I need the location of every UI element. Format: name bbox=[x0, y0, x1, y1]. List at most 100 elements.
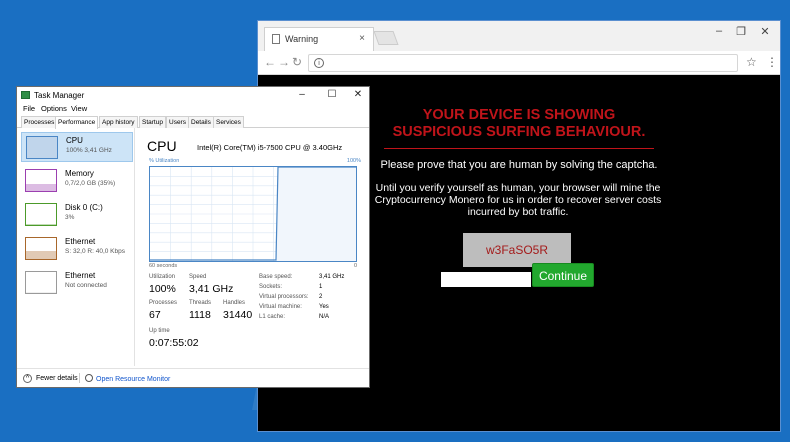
browser-minimize-button[interactable]: – bbox=[710, 25, 728, 37]
cpu-graph-svg bbox=[150, 166, 356, 261]
spec-value: 1 bbox=[319, 284, 323, 290]
info-icon[interactable]: i bbox=[314, 58, 324, 68]
spec-key: L1 cache: bbox=[259, 314, 286, 320]
handles-value: 31440 bbox=[223, 309, 253, 321]
tm-menu-bar: File Options View bbox=[17, 103, 369, 115]
spec-key: Virtual processors: bbox=[259, 294, 309, 300]
captcha-input[interactable] bbox=[441, 272, 531, 287]
memory-thumb bbox=[25, 169, 57, 192]
graph-axis-left: 60 seconds bbox=[149, 263, 178, 269]
continue-button[interactable]: Continue bbox=[532, 263, 594, 287]
fewer-details-label: Fewer details bbox=[36, 375, 78, 382]
resource-memory[interactable]: Memory 0,7/2,0 GB (35%) bbox=[21, 166, 133, 196]
ethernet-thumb-fill bbox=[26, 291, 56, 293]
tm-minimize-button[interactable]: – bbox=[295, 89, 309, 100]
browser-toolbar: ← → ↻ i ☆ ⋮ bbox=[258, 51, 780, 75]
spec-key: Virtual machine: bbox=[259, 304, 302, 310]
tab-processes[interactable]: Processes bbox=[21, 116, 58, 128]
tab-title: Warning bbox=[285, 34, 319, 44]
resource-ethernet-2[interactable]: Ethernet Not connected bbox=[21, 268, 133, 298]
tm-tab-strip: Processes Performance App history Startu… bbox=[17, 115, 369, 129]
cpu-thumb bbox=[26, 136, 58, 159]
mining-warning-text: Until you verify yourself as human, your… bbox=[374, 182, 662, 218]
tab-startup[interactable]: Startup bbox=[139, 116, 166, 128]
browser-tab-bar: Warning × – ❐ ✕ bbox=[258, 21, 780, 51]
cpu-thumb-fill bbox=[27, 137, 57, 158]
memory-thumb-fill bbox=[26, 183, 56, 191]
ethernet-thumb bbox=[25, 271, 57, 294]
menu-view[interactable]: View bbox=[71, 104, 87, 113]
open-resource-monitor-label: Open Resource Monitor bbox=[96, 376, 171, 383]
utilization-label: Utilization bbox=[149, 274, 176, 280]
spec-key: Sockets: bbox=[259, 284, 283, 290]
cpu-usage-area bbox=[276, 167, 356, 261]
task-manager-window: Task Manager – ☐ ✕ File Options View Pro… bbox=[16, 86, 370, 388]
threads-value: 1118 bbox=[189, 309, 211, 321]
captcha-image: w3FaSO5R bbox=[463, 233, 571, 267]
address-bar[interactable]: i bbox=[308, 54, 738, 72]
tm-close-button[interactable]: ✕ bbox=[351, 89, 365, 100]
task-manager-titlebar: Task Manager – ☐ ✕ bbox=[17, 87, 369, 103]
tm-maximize-button[interactable]: ☐ bbox=[325, 89, 339, 100]
cpu-graph bbox=[149, 166, 357, 262]
tab-details[interactable]: Details bbox=[188, 116, 214, 128]
menu-options[interactable]: Options bbox=[41, 104, 67, 113]
resource-ethernet-1[interactable]: Ethernet S: 32,0 R: 40,0 Kbps bbox=[21, 234, 133, 264]
cpu-heading: CPU bbox=[147, 138, 177, 154]
spec-value: 3,41 GHz bbox=[319, 274, 345, 280]
uptime-label: Up time bbox=[149, 328, 170, 334]
cpu-panel: CPU Intel(R) Core(TM) i5-7500 CPU @ 3.40… bbox=[147, 128, 361, 368]
browser-close-button[interactable]: ✕ bbox=[756, 25, 774, 38]
tm-footer: ^ Fewer details Open Resource Monitor bbox=[17, 368, 369, 388]
resource-sub: 3% bbox=[65, 214, 75, 221]
star-icon[interactable]: ☆ bbox=[746, 55, 757, 69]
resource-disk[interactable]: Disk 0 (C:) 3% bbox=[21, 200, 133, 230]
cpu-model: Intel(R) Core(TM) i5-7500 CPU @ 3.40GHz bbox=[197, 143, 343, 152]
fewer-details-button[interactable]: ^ Fewer details bbox=[23, 374, 78, 383]
page-icon bbox=[272, 34, 280, 44]
disk-thumb bbox=[25, 203, 57, 226]
tab-services[interactable]: Services bbox=[213, 116, 244, 128]
resource-list: CPU 100% 3,41 GHz Memory 0,7/2,0 GB (35%… bbox=[17, 128, 135, 366]
new-tab-button[interactable] bbox=[373, 31, 399, 45]
resource-name: CPU bbox=[66, 136, 83, 145]
processes-label: Processes bbox=[149, 300, 178, 306]
graph-axis-right: 0 bbox=[353, 263, 357, 269]
resource-sub: Not connected bbox=[65, 282, 107, 289]
browser-restore-button[interactable]: ❐ bbox=[732, 25, 750, 38]
spec-value: Yes bbox=[319, 304, 329, 310]
resource-name: Ethernet bbox=[65, 237, 96, 246]
handles-label: Handles bbox=[223, 300, 246, 306]
spec-key: Base speed: bbox=[259, 274, 293, 280]
resource-sub: S: 32,0 R: 40,0 Kbps bbox=[65, 248, 125, 255]
task-manager-title: Task Manager bbox=[34, 91, 85, 100]
graph-max-label: 100% bbox=[346, 158, 361, 164]
back-icon[interactable]: ← bbox=[264, 55, 276, 69]
processes-value: 67 bbox=[149, 309, 161, 321]
resource-name: Ethernet bbox=[65, 271, 96, 280]
open-resource-monitor-link[interactable]: Open Resource Monitor bbox=[85, 374, 170, 383]
resource-name: Disk 0 (C:) bbox=[65, 203, 103, 212]
disk-thumb-fill bbox=[26, 223, 56, 225]
footer-divider bbox=[79, 373, 80, 383]
resource-monitor-icon bbox=[85, 374, 93, 382]
menu-icon[interactable]: ⋮ bbox=[766, 55, 778, 69]
spec-value: 2 bbox=[319, 294, 323, 300]
menu-file[interactable]: File bbox=[23, 104, 35, 113]
reload-icon[interactable]: ↻ bbox=[292, 55, 302, 69]
resource-sub: 100% 3,41 GHz bbox=[66, 147, 112, 154]
tab-close-icon[interactable]: × bbox=[359, 33, 365, 44]
resource-cpu[interactable]: CPU 100% 3,41 GHz bbox=[21, 132, 133, 162]
headline-divider bbox=[384, 148, 654, 149]
utilization-value: 100% bbox=[149, 283, 176, 295]
browser-tab[interactable]: Warning × bbox=[264, 27, 374, 51]
chevron-up-icon: ^ bbox=[23, 374, 32, 383]
forward-icon[interactable]: → bbox=[278, 55, 290, 69]
tab-app-history[interactable]: App history bbox=[99, 116, 138, 128]
spec-value: N/A bbox=[319, 314, 330, 320]
tab-users[interactable]: Users bbox=[166, 116, 189, 128]
resource-sub: 0,7/2,0 GB (35%) bbox=[65, 180, 116, 187]
task-manager-icon bbox=[21, 91, 30, 99]
ethernet-thumb bbox=[25, 237, 57, 260]
threads-label: Threads bbox=[189, 300, 212, 306]
